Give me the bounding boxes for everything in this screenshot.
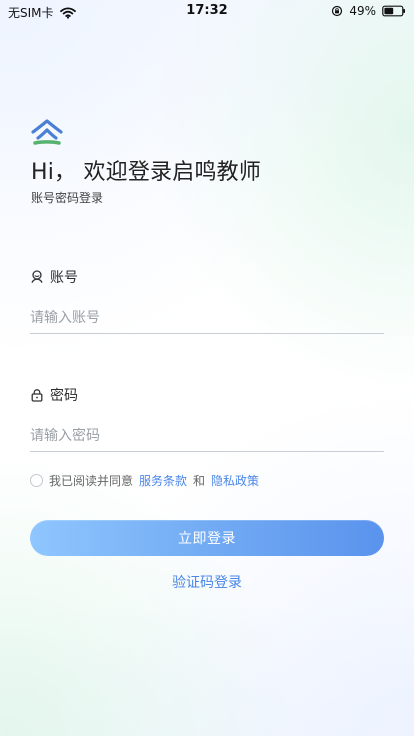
- brand-logo-icon: [29, 119, 65, 147]
- status-bar: 无SIM卡 17:32 49%: [0, 0, 414, 24]
- lock-icon: [30, 388, 44, 402]
- agreement-row: 我已阅读并同意 服务条款 和 隐私政策: [30, 472, 259, 489]
- agreement-checkbox[interactable]: [30, 474, 43, 487]
- battery-icon: [382, 5, 406, 17]
- account-label-text: 账号: [50, 270, 78, 286]
- welcome-title: Hi， 欢迎登录启鸣教师: [31, 160, 262, 185]
- user-icon: [30, 270, 44, 284]
- status-right: 49%: [331, 4, 406, 18]
- account-input[interactable]: [30, 303, 384, 334]
- account-label: 账号: [30, 267, 78, 287]
- battery-percent: 49%: [349, 4, 376, 18]
- agreement-prefix: 我已阅读并同意: [49, 474, 134, 488]
- password-input[interactable]: [30, 421, 384, 452]
- terms-link[interactable]: 服务条款: [139, 472, 187, 489]
- agreement-connector: 和: [193, 474, 206, 488]
- login-button[interactable]: 立即登录: [30, 520, 384, 556]
- login-method-subtitle: 账号密码登录: [31, 191, 104, 205]
- orientation-lock-icon: [331, 5, 343, 17]
- password-label: 密码: [30, 385, 78, 405]
- privacy-policy-link[interactable]: 隐私政策: [211, 472, 259, 489]
- password-label-text: 密码: [50, 388, 78, 404]
- verification-code-login-link[interactable]: 验证码登录: [0, 572, 414, 592]
